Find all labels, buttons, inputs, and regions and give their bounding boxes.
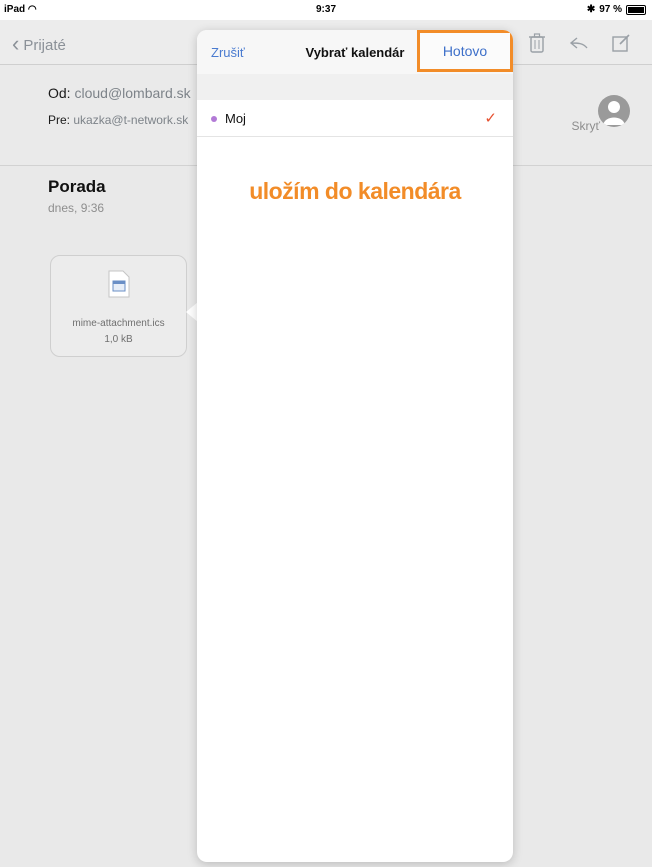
- calendar-color-dot: [211, 116, 217, 122]
- clock: 9:37: [315, 4, 336, 15]
- reply-icon[interactable]: [568, 32, 590, 54]
- checkmark-icon: ✓: [484, 110, 497, 127]
- annotation-text: uložím do kalendára: [249, 178, 461, 204]
- ipad-screen: iPad ◠ 9:37 ✱ 97 % ‹ Prijaté Od: cloud@l…: [0, 0, 652, 867]
- compose-icon[interactable]: [610, 32, 632, 54]
- toolbar-icons: [526, 32, 632, 54]
- attachment-card[interactable]: mime-attachment.ics 1,0 kB: [50, 255, 187, 357]
- choose-calendar-popover: Zrušiť Vybrať kalendár Hotovo Moj ✓ ulož…: [197, 30, 513, 862]
- from-value[interactable]: cloud@lombard.sk: [74, 85, 190, 101]
- hide-details-link[interactable]: Skryť: [572, 119, 601, 133]
- to-line: Pre: ukazka@t-network.sk: [48, 113, 188, 127]
- battery-percent: 97 %: [599, 4, 622, 15]
- trash-icon[interactable]: [526, 32, 548, 54]
- chevron-left-icon: ‹: [12, 31, 20, 56]
- person-icon: [603, 101, 625, 125]
- mail-subject: Porada: [48, 177, 106, 196]
- bluetooth-icon: ✱: [586, 4, 596, 15]
- calendar-file-icon: [108, 270, 130, 298]
- popover-navbar: Zrušiť Vybrať kalendár Hotovo: [197, 30, 513, 75]
- status-bar: iPad ◠ 9:37 ✱ 97 %: [0, 0, 652, 20]
- from-line: Od: cloud@lombard.sk: [48, 85, 191, 101]
- mail-date: dnes, 9:36: [48, 201, 105, 215]
- from-label: Od:: [48, 85, 71, 101]
- section-separator: [197, 74, 513, 101]
- attachment-size: 1,0 kB: [104, 334, 133, 345]
- calendar-row-moj[interactable]: Moj ✓: [197, 100, 513, 137]
- attachment-filename: mime-attachment.ics: [72, 318, 165, 329]
- battery-status: ✱ 97 %: [587, 4, 646, 15]
- done-button[interactable]: Hotovo: [417, 30, 513, 72]
- avatar: [598, 95, 630, 127]
- done-label: Hotovo: [442, 43, 488, 59]
- to-value[interactable]: ukazka@t-network.sk: [73, 113, 188, 127]
- to-label: Pre:: [48, 113, 71, 127]
- back-label: Prijaté: [23, 37, 66, 54]
- back-button[interactable]: ‹ Prijaté: [12, 31, 66, 57]
- calendar-name: Moj: [225, 111, 246, 126]
- battery-icon: [626, 4, 646, 15]
